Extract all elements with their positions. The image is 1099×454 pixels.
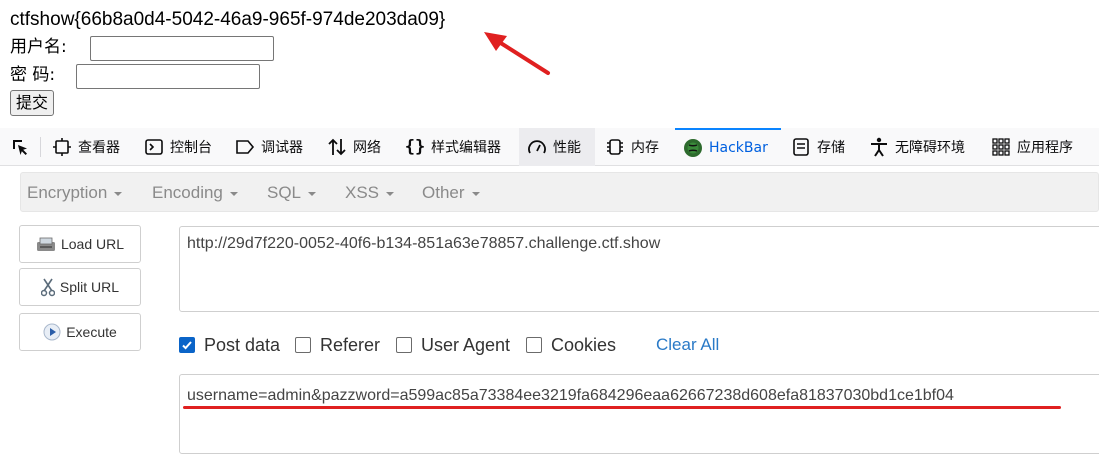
debugger-icon: [235, 137, 255, 157]
referer-label: Referer: [320, 334, 381, 355]
chevron-down-icon: [386, 191, 395, 196]
tab-network[interactable]: 网络: [319, 128, 381, 166]
user-agent-option[interactable]: User Agent: [396, 335, 510, 355]
tab-label: 应用程序: [1017, 140, 1073, 156]
toolbar-separator: [40, 137, 41, 157]
username-row: 用户名:: [10, 35, 274, 61]
tab-console[interactable]: 控制台: [136, 128, 212, 166]
tab-style-editor[interactable]: {} 样式编辑器: [397, 128, 501, 166]
tab-hackbar[interactable]: HackBar: [675, 128, 781, 166]
tab-performance[interactable]: 性能: [519, 128, 595, 166]
tab-label: 无障碍环境: [895, 140, 965, 156]
tab-label: 调试器: [261, 140, 303, 156]
split-url-button[interactable]: Split URL: [19, 268, 141, 306]
storage-icon: [791, 137, 811, 157]
tab-label: 控制台: [170, 140, 212, 156]
username-input[interactable]: [90, 36, 274, 61]
devtools-toolbar: 查看器 控制台 调试器 网络 {} 样式编辑器 性能 内存 HackBar 存储…: [0, 128, 1099, 166]
hackbar-menubar: Encryption Encoding SQL XSS Other: [20, 172, 1099, 212]
tab-memory[interactable]: 内存: [597, 128, 659, 166]
menu-other[interactable]: Other: [422, 173, 480, 213]
submit-button[interactable]: 提交: [10, 90, 55, 116]
chevron-down-icon: [229, 191, 238, 196]
inspector-icon: [52, 137, 72, 157]
memory-icon: [605, 137, 625, 157]
console-icon: [144, 137, 164, 157]
chevron-down-icon: [471, 191, 480, 196]
username-label: 用户名:: [10, 37, 67, 57]
element-picker-icon[interactable]: [0, 128, 40, 166]
tab-label: 性能: [553, 140, 581, 156]
user-agent-label: User Agent: [421, 334, 511, 355]
network-icon: [327, 137, 347, 157]
tab-debugger[interactable]: 调试器: [227, 128, 303, 166]
password-row: 密 码:: [10, 63, 260, 89]
tab-label: 网络: [353, 140, 381, 156]
clear-all-link[interactable]: Clear All: [656, 335, 719, 355]
menu-xss[interactable]: XSS: [345, 173, 395, 213]
style-editor-icon: {}: [404, 137, 426, 157]
tab-label: HackBar: [709, 140, 768, 156]
hackbar-icon: [683, 138, 703, 158]
accessibility-icon: [869, 137, 889, 157]
cookies-label: Cookies: [551, 334, 617, 355]
menu-encoding[interactable]: Encoding: [152, 173, 238, 213]
post-data-checkbox[interactable]: [179, 337, 195, 353]
execute-button[interactable]: Execute: [19, 313, 141, 351]
tab-label: 内存: [631, 140, 659, 156]
flag-text: ctfshow{66b8a0d4-5042-46a9-965f-974de203…: [10, 9, 446, 30]
performance-icon: [527, 137, 547, 157]
cookies-checkbox[interactable]: [526, 337, 542, 353]
tab-storage[interactable]: 存储: [783, 128, 845, 166]
tab-label: 存储: [817, 140, 845, 156]
chevron-down-icon: [308, 191, 317, 196]
cookies-option[interactable]: Cookies: [526, 335, 616, 355]
application-icon: [991, 137, 1011, 157]
annotation-underline: [183, 406, 1061, 409]
tab-application[interactable]: 应用程序: [983, 128, 1073, 166]
tab-inspector[interactable]: 查看器: [44, 128, 120, 166]
post-data-label: Post data: [204, 334, 281, 355]
tab-accessibility[interactable]: 无障碍环境: [861, 128, 965, 166]
referer-checkbox[interactable]: [295, 337, 311, 353]
referer-option[interactable]: Referer: [295, 335, 380, 355]
menu-encryption[interactable]: Encryption: [27, 173, 123, 213]
post-data-option[interactable]: Post data: [179, 335, 280, 355]
load-url-button[interactable]: Load URL: [19, 225, 141, 263]
user-agent-checkbox[interactable]: [396, 337, 412, 353]
load-url-icon: [36, 236, 56, 252]
password-input[interactable]: [76, 64, 260, 89]
password-label: 密 码:: [10, 65, 56, 85]
url-textarea[interactable]: http://29d7f220-0052-40f6-b134-851a63e78…: [179, 226, 1099, 312]
post-data-textarea[interactable]: username=admin&pazzword=a599ac85a73384ee…: [179, 374, 1099, 454]
scissors-icon: [40, 277, 55, 297]
tab-label: 样式编辑器: [431, 140, 501, 156]
play-icon: [43, 323, 61, 341]
menu-sql[interactable]: SQL: [267, 173, 317, 213]
chevron-down-icon: [114, 191, 123, 196]
tab-label: 查看器: [78, 140, 120, 156]
